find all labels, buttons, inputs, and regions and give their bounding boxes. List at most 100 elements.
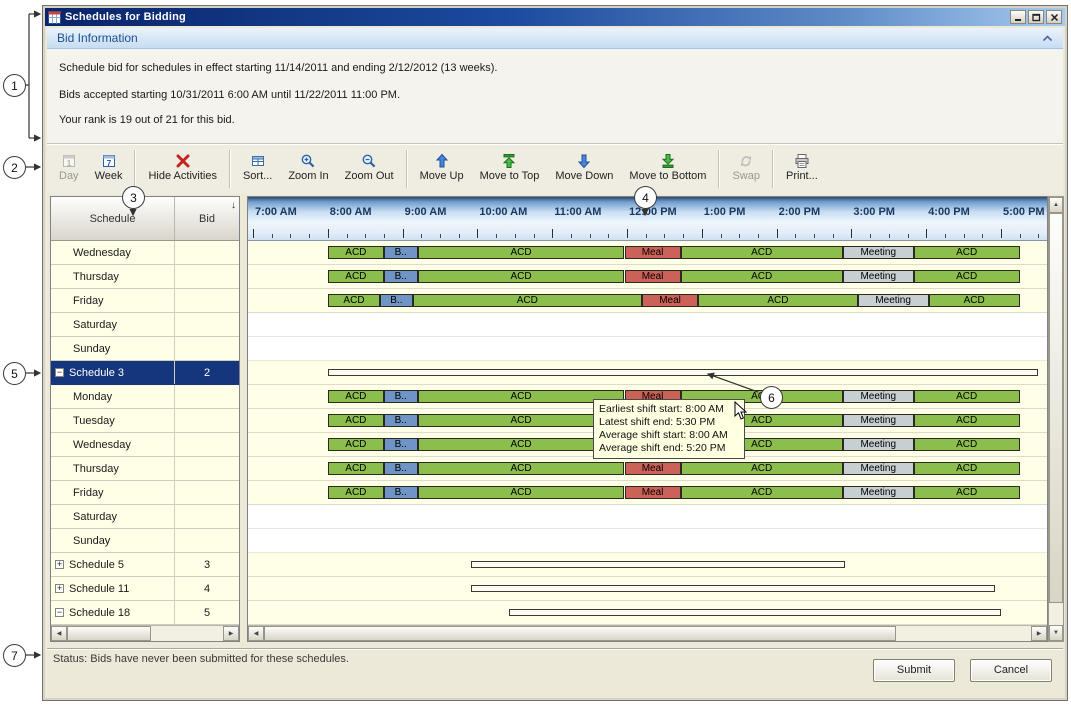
activity-bar-break[interactable]: B..: [384, 414, 418, 427]
timeline-row-thursday-9[interactable]: ACDB..ACDMealACDMeetingACD: [248, 457, 1047, 481]
collapse-icon[interactable]: −: [55, 368, 64, 377]
activity-bar-acd[interactable]: ACD: [929, 294, 1020, 307]
activity-bar-acd[interactable]: ACD: [418, 486, 625, 499]
schedule-row-tuesday-7[interactable]: Tuesday: [51, 409, 239, 433]
timeline-row-sunday-4[interactable]: [248, 337, 1047, 361]
schedule-row-thursday-9[interactable]: Thursday: [51, 457, 239, 481]
activity-bar-break[interactable]: B..: [384, 246, 418, 259]
schedule-summary-bar[interactable]: [509, 609, 1001, 616]
timeline-row-wednesday-0[interactable]: ACDB..ACDMealACDMeetingACD: [248, 241, 1047, 265]
activity-bar-acd[interactable]: ACD: [914, 390, 1020, 403]
activity-bar-meeting[interactable]: Meeting: [843, 438, 914, 451]
maximize-button[interactable]: [1028, 10, 1044, 24]
schedule-table-header[interactable]: Schedule Bid ↓: [51, 197, 239, 241]
schedule-summary-bar[interactable]: [471, 561, 845, 568]
timeline-row-saturday-3[interactable]: [248, 313, 1047, 337]
activity-bar-acd[interactable]: ACD: [328, 270, 384, 283]
activity-bar-meeting[interactable]: Meeting: [843, 462, 914, 475]
activity-bar-meeting[interactable]: Meeting: [843, 246, 914, 259]
activity-bar-meeting[interactable]: Meeting: [843, 270, 914, 283]
activity-bar-acd[interactable]: ACD: [681, 486, 843, 499]
activity-bar-acd[interactable]: ACD: [681, 246, 843, 259]
collapse-icon[interactable]: −: [55, 608, 64, 617]
expand-icon[interactable]: +: [55, 584, 64, 593]
activity-bar-acd[interactable]: ACD: [418, 270, 625, 283]
activity-bar-acd[interactable]: ACD: [328, 462, 384, 475]
activity-bar-acd[interactable]: ACD: [681, 270, 843, 283]
schedule-summary-bar[interactable]: [328, 369, 1039, 376]
activity-bar-meeting[interactable]: Meeting: [858, 294, 929, 307]
activity-bar-acd[interactable]: ACD: [681, 462, 843, 475]
toolbar-button-move-down[interactable]: Move Down: [547, 147, 621, 185]
activity-bar-acd[interactable]: ACD: [328, 294, 380, 307]
activity-bar-acd[interactable]: ACD: [914, 270, 1020, 283]
activity-bar-acd[interactable]: ACD: [413, 294, 642, 307]
schedule-row-saturday-3[interactable]: Saturday: [51, 313, 239, 337]
timeline-row-schedule-11-14[interactable]: [248, 577, 1047, 601]
timeline-row-thursday-1[interactable]: ACDB..ACDMealACDMeetingACD: [248, 265, 1047, 289]
toolbar-button-sort[interactable]: Sort...: [235, 147, 280, 185]
activity-bar-meal[interactable]: Meal: [625, 270, 681, 283]
schedule-summary-bar[interactable]: [471, 585, 995, 592]
activity-bar-meal[interactable]: Meal: [625, 486, 681, 499]
toolbar-button-week[interactable]: 7Week: [87, 147, 131, 185]
toolbar-button-zoom-out[interactable]: Zoom Out: [337, 147, 402, 185]
schedule-row-sunday-4[interactable]: Sunday: [51, 337, 239, 361]
activity-bar-meal[interactable]: Meal: [642, 294, 698, 307]
activity-bar-acd[interactable]: ACD: [418, 462, 625, 475]
schedule-row-wednesday-0[interactable]: Wednesday: [51, 241, 239, 265]
activity-bar-acd[interactable]: ACD: [328, 486, 384, 499]
timeline-row-saturday-11[interactable]: [248, 505, 1047, 529]
timeline-row-schedule-3-5[interactable]: [248, 361, 1047, 385]
bid-column-header[interactable]: Bid: [175, 197, 239, 240]
activity-bar-meal[interactable]: Meal: [625, 462, 681, 475]
activity-bar-break[interactable]: B..: [384, 270, 418, 283]
schedule-row-schedule-18-15[interactable]: −Schedule 185: [51, 601, 239, 625]
activity-bar-meeting[interactable]: Meeting: [843, 390, 914, 403]
activity-bar-break[interactable]: B..: [384, 462, 418, 475]
cancel-button[interactable]: Cancel: [970, 659, 1052, 682]
toolbar-button-hide-activities[interactable]: Hide Activities: [140, 147, 224, 185]
timeline-row-friday-2[interactable]: ACDB..ACDMealACDMeetingACD: [248, 289, 1047, 313]
schedule-row-wednesday-8[interactable]: Wednesday: [51, 433, 239, 457]
timeline-row-schedule-5-13[interactable]: [248, 553, 1047, 577]
activity-bar-break[interactable]: B..: [380, 294, 412, 307]
schedule-row-monday-6[interactable]: Monday: [51, 385, 239, 409]
schedule-column-header[interactable]: Schedule: [51, 197, 175, 240]
activity-bar-break[interactable]: B..: [384, 486, 418, 499]
activity-bar-acd[interactable]: ACD: [328, 246, 384, 259]
timeline-horizontal-scrollbar[interactable]: ◀ ▶: [248, 625, 1047, 641]
activity-bar-break[interactable]: B..: [384, 390, 418, 403]
scroll-right-icon[interactable]: ▶: [223, 626, 239, 641]
schedule-row-sunday-12[interactable]: Sunday: [51, 529, 239, 553]
scrollbar-thumb[interactable]: [1049, 213, 1063, 603]
schedule-row-friday-2[interactable]: Friday: [51, 289, 239, 313]
activity-bar-acd[interactable]: ACD: [418, 246, 625, 259]
activity-bar-acd[interactable]: ACD: [328, 438, 384, 451]
timeline-row-schedule-18-15[interactable]: [248, 601, 1047, 625]
scroll-up-icon[interactable]: ▲: [1049, 197, 1063, 213]
scroll-right-icon[interactable]: ▶: [1031, 626, 1047, 641]
activity-bar-meeting[interactable]: Meeting: [843, 486, 914, 499]
schedule-row-saturday-11[interactable]: Saturday: [51, 505, 239, 529]
activity-bar-acd[interactable]: ACD: [914, 462, 1020, 475]
bid-information-header[interactable]: Bid Information: [47, 28, 1063, 49]
timeline-vertical-scrollbar[interactable]: ▲ ▼: [1048, 196, 1064, 642]
scrollbar-thumb[interactable]: [67, 626, 151, 641]
scroll-left-icon[interactable]: ◀: [248, 626, 264, 641]
scroll-left-icon[interactable]: ◀: [51, 626, 67, 641]
timeline-row-sunday-12[interactable]: [248, 529, 1047, 553]
toolbar-button-zoom-in[interactable]: Zoom In: [280, 147, 336, 185]
schedule-row-schedule-5-13[interactable]: +Schedule 53: [51, 553, 239, 577]
schedule-row-thursday-1[interactable]: Thursday: [51, 265, 239, 289]
collapse-chevron-icon[interactable]: [1042, 35, 1053, 42]
scrollbar-thumb[interactable]: [264, 626, 896, 641]
activity-bar-acd[interactable]: ACD: [914, 486, 1020, 499]
title-bar[interactable]: Schedules for Bidding: [45, 8, 1065, 26]
activity-bar-acd[interactable]: ACD: [914, 246, 1020, 259]
expand-icon[interactable]: +: [55, 560, 64, 569]
schedule-row-schedule-3-5[interactable]: −Schedule 32: [51, 361, 239, 385]
table-horizontal-scrollbar[interactable]: ◀ ▶: [51, 625, 239, 641]
toolbar-button-move-to-bottom[interactable]: Move to Bottom: [621, 147, 714, 185]
activity-bar-meal[interactable]: Meal: [625, 246, 681, 259]
